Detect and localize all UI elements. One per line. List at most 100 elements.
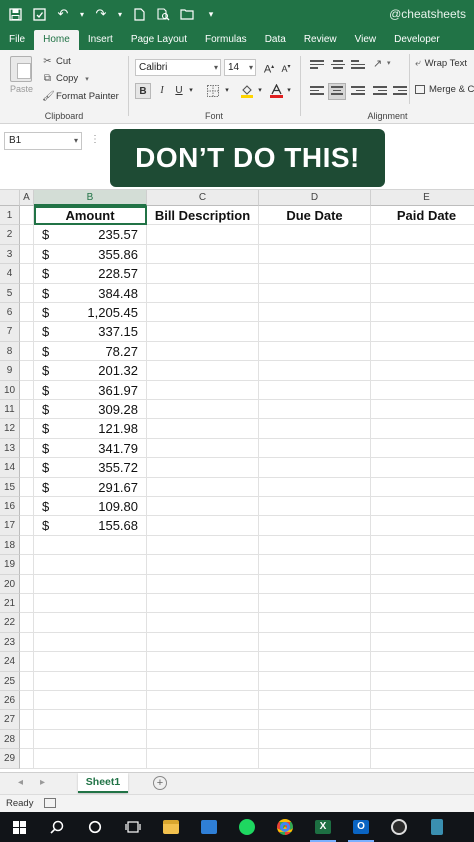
sheet-tab-sheet1[interactable]: Sheet1	[78, 773, 128, 793]
grid-cell[interactable]	[20, 574, 34, 594]
grid-cell[interactable]	[20, 594, 34, 614]
header-cell-b[interactable]: Amount	[34, 206, 147, 226]
grid-cell[interactable]	[371, 497, 474, 517]
grid-cell[interactable]	[34, 671, 147, 691]
grid-cell[interactable]	[371, 400, 474, 420]
grid-cell[interactable]	[147, 380, 259, 400]
row-header[interactable]: 11	[0, 400, 20, 420]
underline-button[interactable]: U	[173, 83, 185, 99]
grid-cell[interactable]	[20, 671, 34, 691]
redo-dropdown-icon[interactable]: ▾	[116, 5, 124, 23]
grid-cell[interactable]	[371, 536, 474, 556]
copy-button[interactable]: ⧉ Copy ▾	[42, 73, 89, 84]
grid-cell[interactable]	[371, 322, 474, 342]
tab-formulas[interactable]: Formulas	[196, 30, 256, 50]
app-icon[interactable]	[418, 812, 456, 842]
row-header[interactable]: 16	[0, 497, 20, 517]
row-header[interactable]: 26	[0, 691, 20, 711]
grid-cell[interactable]	[20, 497, 34, 517]
grid-cell[interactable]	[147, 497, 259, 517]
grid-cell[interactable]	[259, 244, 371, 265]
paste-icon[interactable]	[10, 56, 32, 82]
grid-cell[interactable]	[34, 555, 147, 575]
grid-cell[interactable]	[259, 516, 371, 536]
grid-cell[interactable]	[147, 749, 259, 769]
row-header[interactable]: 22	[0, 613, 20, 633]
grid-cell[interactable]	[259, 632, 371, 653]
grid-cell[interactable]	[147, 361, 259, 381]
save-icon[interactable]	[6, 5, 24, 23]
tab-home[interactable]: Home	[34, 30, 79, 50]
grid-cell[interactable]	[371, 691, 474, 711]
paste-button[interactable]: Paste	[10, 84, 33, 94]
search-icon[interactable]	[38, 812, 76, 842]
grid-cell[interactable]	[147, 652, 259, 672]
row-header[interactable]: 17	[0, 516, 20, 536]
grid-cell[interactable]	[259, 710, 371, 730]
tab-view[interactable]: View	[346, 30, 386, 50]
grid-cell[interactable]	[147, 710, 259, 730]
row-header[interactable]: 3	[0, 244, 20, 265]
grid-cell[interactable]	[371, 575, 474, 594]
row-header[interactable]: 8	[0, 341, 20, 362]
grid-cell[interactable]	[371, 652, 474, 672]
amount-cell[interactable]: $235.57	[34, 225, 147, 245]
format-painter-button[interactable]: 🖌 Format Painter	[42, 91, 119, 102]
grid-cell[interactable]	[259, 497, 371, 517]
grid-cell[interactable]	[34, 613, 147, 633]
grid-cell[interactable]	[259, 691, 371, 711]
cortana-icon[interactable]	[76, 812, 114, 842]
grid-cell[interactable]	[147, 574, 259, 594]
amount-cell[interactable]: $355.86	[34, 244, 147, 265]
wrap-text-button[interactable]: ⤶ Wrap Text	[415, 58, 467, 69]
grid-cell[interactable]	[371, 749, 474, 769]
grid-cell[interactable]	[147, 535, 259, 556]
previous-sheet-icon[interactable]: ◂	[18, 777, 23, 788]
grid-cell[interactable]	[147, 632, 259, 653]
amount-cell[interactable]: $309.28	[34, 400, 147, 420]
align-center-icon[interactable]	[328, 83, 346, 100]
grid-cell[interactable]	[147, 555, 259, 575]
grid-cell[interactable]	[34, 574, 147, 594]
redo-icon[interactable]: ↷	[92, 5, 110, 23]
tab-insert[interactable]: Insert	[79, 30, 122, 50]
grid-cell[interactable]	[147, 283, 259, 303]
grid-cell[interactable]	[20, 555, 34, 575]
grow-font-button[interactable]: A▴	[262, 59, 276, 76]
row-header[interactable]: 7	[0, 322, 20, 342]
grid-cell[interactable]	[20, 361, 34, 381]
grid-cell[interactable]	[34, 691, 147, 711]
align-left-icon[interactable]	[310, 86, 324, 98]
amount-cell[interactable]: $384.48	[34, 283, 147, 303]
amount-cell[interactable]: $337.15	[34, 322, 147, 342]
grid-cell[interactable]	[259, 438, 371, 459]
grid-cell[interactable]	[371, 284, 474, 303]
column-header-b[interactable]: B	[34, 190, 147, 206]
amount-cell[interactable]: $121.98	[34, 419, 147, 439]
open-folder-icon[interactable]	[178, 5, 196, 23]
tab-review[interactable]: Review	[295, 30, 346, 50]
amount-cell[interactable]: $355.72	[34, 458, 147, 478]
header-cell-d[interactable]: Due Date	[259, 206, 371, 226]
grid-cell[interactable]	[20, 225, 34, 245]
amount-cell[interactable]: $1,205.45	[34, 303, 147, 323]
excel-icon[interactable]: X	[304, 812, 342, 842]
align-top-icon[interactable]	[310, 60, 324, 72]
row-header[interactable]: 28	[0, 729, 20, 750]
grid-cell[interactable]	[259, 283, 371, 303]
grid-cell[interactable]	[371, 555, 474, 575]
amount-cell[interactable]: $109.80	[34, 497, 147, 517]
grid-cell[interactable]	[20, 341, 34, 362]
row-header[interactable]: 1	[0, 206, 20, 226]
file-explorer-icon[interactable]	[152, 812, 190, 842]
grid-cell[interactable]	[147, 419, 259, 439]
macro-record-icon[interactable]	[44, 798, 56, 808]
row-header[interactable]: 6	[0, 303, 20, 323]
row-header[interactable]: 20	[0, 574, 20, 594]
mail-icon[interactable]	[190, 812, 228, 842]
grid-cell[interactable]	[259, 652, 371, 672]
grid-cell[interactable]	[34, 749, 147, 769]
grid-cell[interactable]	[147, 671, 259, 691]
row-header[interactable]: 10	[0, 380, 20, 400]
row-header[interactable]: 27	[0, 710, 20, 730]
